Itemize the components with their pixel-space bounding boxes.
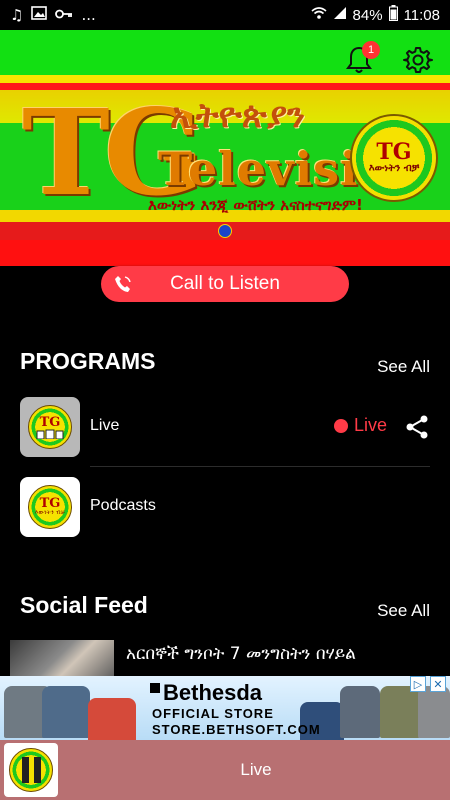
feed-item[interactable]: አርበኞች ግንቦት 7 መንግስትን በሃይል [10,640,450,676]
banner-logo-letters: TG [376,139,412,165]
image-icon [31,6,48,24]
program-item-live[interactable]: TG Live Live [0,387,450,467]
ad-choices: ▷ ✕ [410,676,446,692]
tg-logo-icon: TG [28,405,72,449]
tg-logo-icon: TG እውነትን ብቻ [28,485,72,529]
ad-shirt-image [42,686,90,738]
app-header [0,30,450,90]
banner-slogan: እውነትን እንጂ ውሸትን አናስተናግድም! [148,196,363,214]
banner-amharic-title: ኢትዮጵያን [170,96,305,136]
live-dot-icon [334,418,348,433]
bethesda-logo-icon [150,683,160,693]
ad-subtitle: OFFICIAL STORE [152,706,274,721]
battery-percent: 84% [352,6,383,24]
live-thumbnail: TG [20,397,80,457]
gear-icon [403,47,433,73]
wifi-icon [311,6,327,24]
channel-banner: TG ኢትዮጵያን Television እውነትን እንጂ ውሸትን አናስተ… [0,90,450,240]
settings-button[interactable] [402,42,434,78]
signal-icon [333,6,347,24]
ad-brand-name: Bethesda [163,680,263,705]
program-item-podcasts[interactable]: TG እውነትን ብቻ Podcasts [0,467,450,547]
live-thumb-letters: TG [39,414,61,430]
banner-red-strip [0,240,450,266]
ad-close-icon[interactable]: ✕ [430,676,446,692]
share-icon[interactable] [404,414,430,440]
ad-url: STORE.BETHSOFT.COM [152,722,321,737]
ad-shirt-image [418,686,450,738]
podcasts-thumbnail: TG እውነትን ብቻ [20,477,80,537]
player-title: Live [240,760,272,779]
call-to-listen-label: Call to Listen [170,273,280,294]
live-indicator-label: Live [354,415,388,435]
ad-info-icon[interactable]: ▷ [410,676,426,692]
music-note-icon: ♫ [10,5,24,24]
feed-item-image [10,640,114,676]
programs-title: PROGRAMS [20,348,156,374]
status-bar: ♫ ... 84% 11:08 [0,0,450,30]
buildings-icon [36,429,64,439]
social-feed-see-all-link[interactable]: See All [377,601,430,621]
feed-item-headline: አርበኞች ግንቦት 7 መንግስትን በሃይል [126,644,356,664]
ad-shirt-image [88,698,136,740]
podcasts-thumb-text: እውነትን ብቻ [34,509,66,517]
ad-brand: Bethesda [150,680,262,706]
ad-shirt-image [340,686,380,738]
notification-badge: 1 [362,41,380,59]
ad-banner[interactable]: Bethesda OFFICIAL STORE STORE.BETHSOFT.C… [0,676,450,740]
emblem-icon [218,224,232,238]
key-icon [55,7,73,24]
overflow-indicator: ... [81,5,96,24]
clock: 11:08 [403,6,440,24]
ad-shirt-image [380,686,420,738]
social-feed-title: Social Feed [20,592,148,618]
program-label-podcasts: Podcasts [90,497,156,514]
phone-icon [115,276,131,292]
programs-see-all-link[interactable]: See All [377,357,430,377]
call-to-listen-button[interactable]: Call to Listen [101,266,349,302]
live-indicator: Live [334,415,387,436]
banner-logo-text: እውነትን ብቻ [368,163,420,174]
battery-icon [388,5,398,25]
program-label-live: Live [90,417,120,434]
mini-player[interactable]: Live [0,740,450,800]
banner-logo: TG እውነትን ብቻ [350,114,438,202]
